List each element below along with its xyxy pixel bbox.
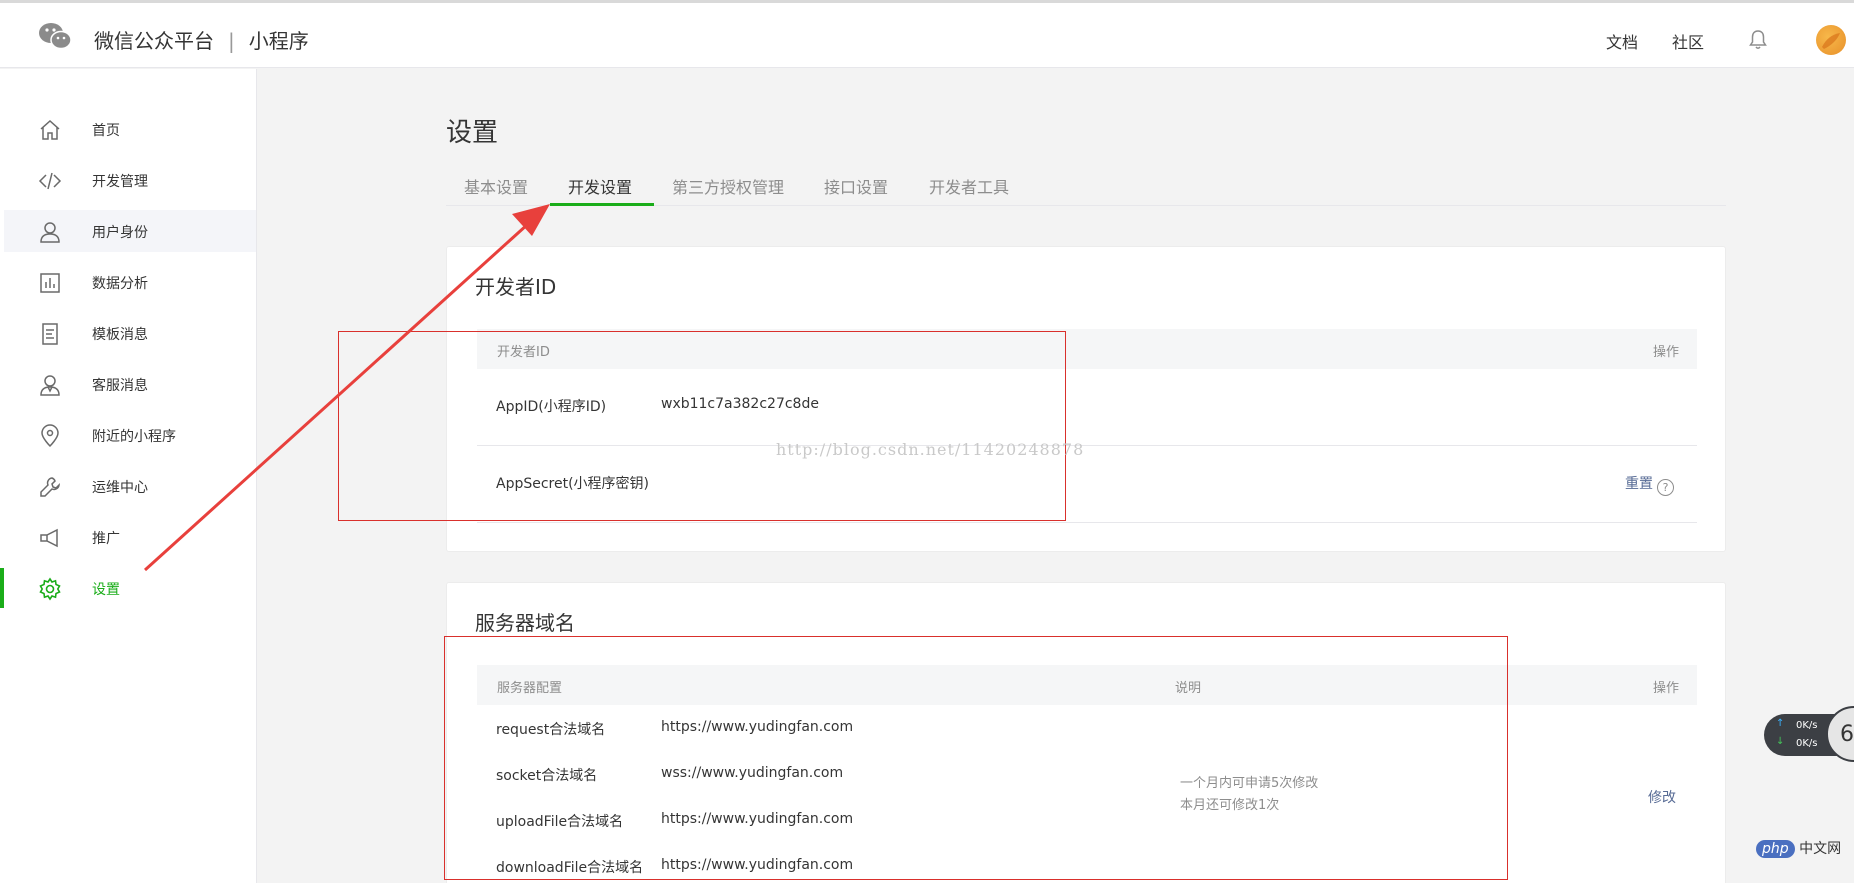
sidebar-item-label: 首页 bbox=[92, 123, 120, 139]
docs-link[interactable]: 文档 bbox=[1606, 29, 1638, 53]
reset-control: 重置? bbox=[1625, 473, 1674, 496]
brand-title[interactable]: 微信公众平台 | 小程序 bbox=[94, 25, 309, 54]
sidebar-item-home[interactable]: 首页 bbox=[4, 108, 256, 150]
page-title: 设置 bbox=[446, 118, 499, 148]
upload-speed: 0K/s bbox=[1796, 720, 1818, 731]
php-site-label: 中文网 bbox=[1799, 841, 1842, 857]
modify-link[interactable]: 修改 bbox=[1648, 787, 1676, 807]
brand-separator: | bbox=[228, 29, 235, 53]
sidebar-item-label: 模板消息 bbox=[92, 327, 148, 343]
floating-ball-number: 6 bbox=[1840, 722, 1854, 747]
sidebar-item-template-message[interactable]: 模板消息 bbox=[4, 312, 256, 354]
tab-bar: 基本设置 开发设置 第三方授权管理 接口设置 开发者工具 bbox=[446, 166, 1726, 206]
tab-interface-settings[interactable]: 接口设置 bbox=[824, 174, 888, 198]
sidebar-item-nearby-miniprogram[interactable]: 附近的小程序 bbox=[4, 414, 256, 456]
community-link[interactable]: 社区 bbox=[1672, 29, 1704, 53]
sidebar-item-label: 开发管理 bbox=[92, 174, 148, 190]
tab-third-party-auth[interactable]: 第三方授权管理 bbox=[672, 174, 784, 198]
sidebar-item-promotion[interactable]: 推广 bbox=[4, 516, 256, 558]
tab-dev-settings[interactable]: 开发设置 bbox=[568, 174, 632, 198]
row-divider bbox=[477, 522, 1697, 523]
annotation-box-server-domain bbox=[444, 636, 1508, 880]
megaphone-icon bbox=[40, 528, 58, 548]
sidebar-item-user-identity[interactable]: 用户身份 bbox=[4, 210, 256, 252]
wrench-icon bbox=[40, 477, 60, 497]
sidebar-item-label: 数据分析 bbox=[92, 276, 148, 292]
sidebar-active-indicator bbox=[0, 568, 4, 608]
sidebar-item-data-analysis[interactable]: 数据分析 bbox=[4, 261, 256, 303]
upload-arrow-icon: ↑ bbox=[1776, 718, 1785, 729]
sidebar-item-label: 用户身份 bbox=[92, 225, 148, 241]
chart-icon bbox=[40, 273, 60, 293]
col-action: 操作 bbox=[1653, 345, 1680, 360]
sidebar-item-label: 客服消息 bbox=[92, 378, 148, 394]
avatar[interactable] bbox=[1816, 25, 1846, 55]
reset-link[interactable]: 重置 bbox=[1625, 476, 1653, 492]
bell-icon[interactable] bbox=[1748, 29, 1768, 51]
col-action: 操作 bbox=[1653, 681, 1680, 696]
sidebar: 首页 开发管理 用户身份 数据分析 模板消息 客服消息 附近的小程序 运维中心 … bbox=[0, 69, 257, 883]
code-icon bbox=[38, 172, 62, 190]
server-domain-title: 服务器域名 bbox=[475, 611, 575, 635]
top-bar: 微信公众平台 | 小程序 文档 社区 bbox=[0, 0, 1854, 68]
annotation-box-developer-id bbox=[338, 331, 1066, 521]
tab-basic-settings[interactable]: 基本设置 bbox=[464, 174, 528, 198]
sidebar-item-customer-service[interactable]: 客服消息 bbox=[4, 363, 256, 405]
home-icon bbox=[40, 119, 60, 140]
sidebar-item-label: 设置 bbox=[92, 582, 120, 598]
sidebar-item-label: 推广 bbox=[92, 531, 120, 547]
user-icon bbox=[40, 222, 60, 243]
customer-service-icon bbox=[40, 375, 60, 396]
wechat-logo-icon[interactable] bbox=[38, 21, 72, 51]
gear-icon bbox=[39, 577, 61, 601]
avatar-image-icon bbox=[1822, 33, 1840, 49]
sidebar-item-label: 运维中心 bbox=[92, 480, 148, 496]
location-pin-icon bbox=[41, 424, 59, 448]
help-icon[interactable]: ? bbox=[1657, 479, 1674, 496]
watermark: http://blog.csdn.net/11420248878 bbox=[776, 440, 1085, 459]
active-tab-underline bbox=[550, 203, 654, 206]
sidebar-item-label: 附近的小程序 bbox=[92, 429, 176, 445]
document-icon bbox=[42, 323, 58, 345]
php-cn-badge: php 中文网 bbox=[1756, 838, 1841, 858]
php-logo: php bbox=[1756, 840, 1795, 858]
product-name: 小程序 bbox=[248, 29, 309, 53]
download-speed: 0K/s bbox=[1796, 738, 1818, 749]
sidebar-item-settings[interactable]: 设置 bbox=[4, 567, 256, 609]
brand-name: 微信公众平台 bbox=[94, 29, 214, 53]
tab-developer-tools[interactable]: 开发者工具 bbox=[929, 174, 1009, 198]
download-arrow-icon: ↓ bbox=[1776, 736, 1785, 747]
sidebar-item-ops-center[interactable]: 运维中心 bbox=[4, 465, 256, 507]
developer-id-title: 开发者ID bbox=[475, 275, 557, 299]
sidebar-item-dev-management[interactable]: 开发管理 bbox=[4, 159, 256, 201]
